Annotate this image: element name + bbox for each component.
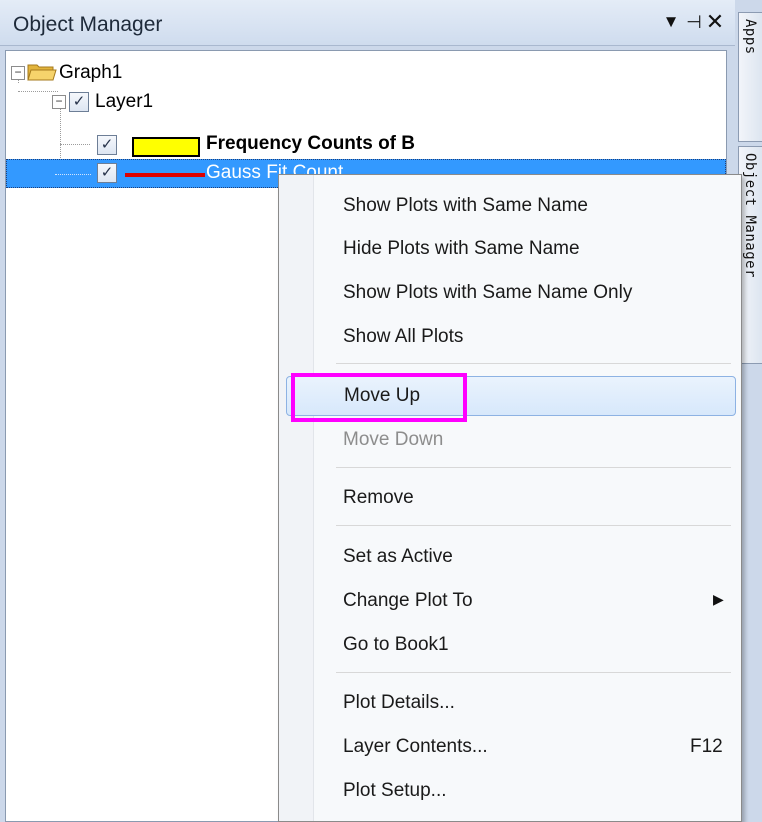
- menu-item-label: Go to Book1: [343, 634, 449, 655]
- menu-item-set-as-active[interactable]: Set as Active: [286, 538, 736, 578]
- submenu-arrow-icon: ▶: [713, 591, 724, 607]
- menu-item-layer-contents[interactable]: Layer Contents... F12: [286, 728, 736, 768]
- menu-item-label: Move Down: [343, 429, 444, 450]
- tree-line: [55, 174, 91, 175]
- menu-separator: [336, 467, 731, 468]
- tab-object-manager-label: Object Manager: [742, 153, 758, 279]
- layer-checkbox[interactable]: ✓: [69, 92, 89, 112]
- tree-node-graph[interactable]: − Graph1: [6, 59, 726, 88]
- menu-item-label: Plot Setup...: [343, 780, 447, 801]
- plot-checkbox[interactable]: ✓: [97, 163, 117, 183]
- menu-item-go-to-book[interactable]: Go to Book1: [286, 626, 736, 666]
- menu-item-label: Layer Contents...: [343, 736, 488, 757]
- pin-icon[interactable]: ⊣: [683, 8, 705, 36]
- plot-checkbox[interactable]: ✓: [97, 135, 117, 155]
- menu-item-show-plots-same-name[interactable]: Show Plots with Same Name: [286, 187, 736, 227]
- menu-item-label: Show All Plots: [343, 326, 464, 347]
- menu-item-label: Set as Active: [343, 546, 453, 567]
- plot-label: Frequency Counts of B: [206, 133, 416, 154]
- collapse-icon[interactable]: −: [52, 95, 66, 109]
- menu-item-label: Hide Plots with Same Name: [343, 238, 580, 259]
- plot-fill-swatch: [132, 137, 200, 157]
- layer-label: Layer1: [95, 91, 154, 112]
- graph-label: Graph1: [59, 62, 123, 83]
- menu-item-label: Show Plots with Same Name: [343, 195, 588, 216]
- menu-item-change-plot-to[interactable]: Change Plot To ▶: [286, 582, 736, 622]
- dropdown-icon[interactable]: ▼: [659, 8, 683, 36]
- menu-item-label: Remove: [343, 487, 414, 508]
- tab-apps[interactable]: Apps: [738, 12, 762, 142]
- menu-item-label: Show Plots with Same Name Only: [343, 282, 633, 303]
- menu-item-plot-setup[interactable]: Plot Setup...: [286, 772, 736, 812]
- menu-separator: [336, 525, 731, 526]
- menu-item-label: Change Plot To: [343, 590, 473, 611]
- plot-line-swatch: [125, 173, 205, 177]
- menu-item-shortcut: F12: [690, 736, 723, 757]
- panel-title: Object Manager: [13, 13, 163, 36]
- tree-node-plot[interactable]: ✓ Frequency Counts of B: [6, 130, 726, 159]
- menu-item-label: Move Up: [344, 385, 421, 406]
- menu-item-move-down: Move Down: [286, 421, 736, 461]
- menu-item-hide-plots-same-name[interactable]: Hide Plots with Same Name: [286, 230, 736, 270]
- menu-separator: [336, 363, 731, 364]
- panel-titlebar: Object Manager ▼ ⊣ ✕: [0, 0, 735, 46]
- menu-item-show-all-plots[interactable]: Show All Plots: [286, 318, 736, 358]
- collapse-icon[interactable]: −: [11, 66, 25, 80]
- tab-apps-label: Apps: [742, 19, 758, 55]
- menu-item-label: Plot Details...: [343, 692, 455, 713]
- menu-item-show-plots-same-name-only[interactable]: Show Plots with Same Name Only: [286, 274, 736, 314]
- menu-separator: [336, 672, 731, 673]
- context-menu: Show Plots with Same Name Hide Plots wit…: [278, 174, 742, 822]
- menu-item-move-up[interactable]: Move Up: [286, 376, 736, 416]
- menu-item-plot-details[interactable]: Plot Details...: [286, 684, 736, 724]
- folder-icon: [27, 64, 57, 81]
- close-icon[interactable]: ✕: [704, 8, 726, 36]
- menu-item-remove[interactable]: Remove: [286, 479, 736, 519]
- tree-node-layer[interactable]: − ✓ Layer1: [6, 88, 726, 117]
